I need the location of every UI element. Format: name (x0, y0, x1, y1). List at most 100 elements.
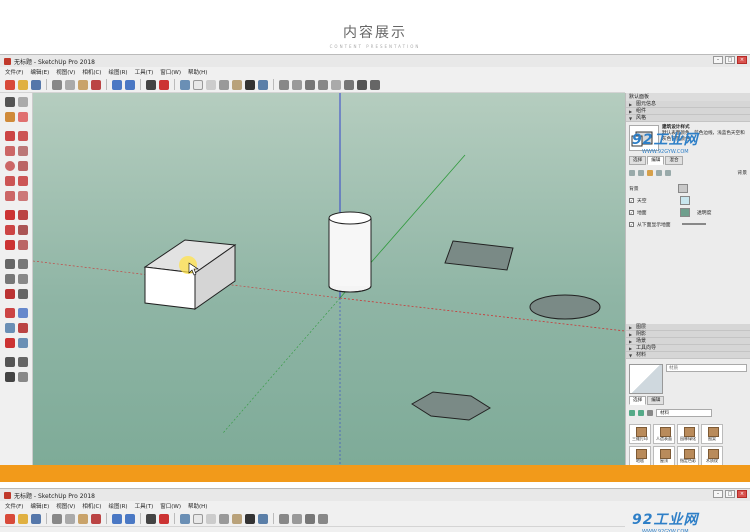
3d-text-icon[interactable] (18, 289, 28, 299)
ground-color-swatch[interactable] (680, 207, 690, 217)
pan-tool-icon[interactable] (18, 308, 28, 318)
zoom-window-icon[interactable] (18, 323, 28, 333)
tray-instructor[interactable]: 工具向导 (626, 345, 750, 352)
menu-window[interactable]: 窗口(W) (160, 68, 181, 76)
right-view-icon[interactable] (318, 513, 328, 524)
zoom-extents-icon[interactable] (5, 338, 15, 348)
rotated-rectangle-icon[interactable] (18, 146, 28, 156)
menu-help[interactable]: 帮助(H) (188, 502, 207, 510)
tray-shadows[interactable]: 阴影 (626, 331, 750, 338)
erase-icon[interactable] (91, 513, 101, 524)
rotate-tool-icon[interactable] (5, 225, 15, 235)
new-icon[interactable] (5, 79, 15, 90)
menu-file[interactable]: 文件(F) (5, 502, 23, 510)
back-edges-icon[interactable] (193, 513, 203, 524)
shaded-textures-icon[interactable] (245, 513, 255, 524)
material-item[interactable]: 人造表面 (653, 424, 675, 444)
polygon-tool-icon[interactable] (18, 161, 28, 171)
tab-edit[interactable]: 编辑 (647, 156, 665, 165)
freehand-tool-icon[interactable] (18, 131, 28, 141)
material-item[interactable]: 屋顶 (653, 446, 675, 465)
back-edges-icon[interactable] (193, 79, 203, 90)
edge-settings-icon[interactable] (629, 169, 635, 176)
tape-measure-icon[interactable] (5, 259, 15, 269)
open-icon[interactable] (18, 79, 28, 90)
background-settings-icon[interactable] (647, 169, 653, 176)
modeling-viewport[interactable] (33, 93, 625, 465)
tray-entity-info[interactable]: 图元信息 (626, 101, 750, 108)
top-view-icon[interactable] (292, 79, 302, 90)
wireframe-icon[interactable] (206, 513, 216, 524)
material-item[interactable]: 三维打印 (629, 424, 651, 444)
material-tab-edit[interactable]: 编辑 (647, 396, 665, 405)
menu-help[interactable]: 帮助(H) (188, 68, 207, 76)
shaded-textures-icon[interactable] (245, 79, 255, 90)
left-view-icon[interactable] (344, 79, 354, 90)
offset-tool-icon[interactable] (18, 240, 28, 250)
shaded-icon[interactable] (232, 79, 242, 90)
maximize-button[interactable]: □ (725, 56, 735, 64)
iso-view-icon[interactable] (279, 513, 289, 524)
monochrome-icon[interactable] (258, 79, 268, 90)
material-item[interactable]: 园林绿化 (677, 424, 699, 444)
material-item[interactable]: 图案 (701, 424, 723, 444)
paint-bucket-icon[interactable] (5, 112, 15, 122)
tab-mix[interactable]: 混合 (665, 156, 683, 165)
save-icon[interactable] (31, 513, 41, 524)
two-point-arc-icon[interactable] (18, 176, 28, 186)
xray-icon[interactable] (180, 79, 190, 90)
xray-icon[interactable] (180, 513, 190, 524)
position-camera-icon[interactable] (5, 357, 15, 367)
3d-warehouse-icon[interactable] (357, 79, 367, 90)
material-item[interactable]: 地毯 (629, 446, 651, 465)
menu-draw[interactable]: 绘图(R) (108, 68, 127, 76)
undo-icon[interactable] (112, 513, 122, 524)
sky-checkbox[interactable]: ✓ (629, 197, 634, 203)
follow-me-icon[interactable] (18, 225, 28, 235)
menu-edit[interactable]: 编辑(E) (30, 502, 49, 510)
minimize-button[interactable]: – (713, 490, 723, 498)
material-item[interactable]: 指定色彩 (677, 446, 699, 465)
flat-ellipse-shape[interactable] (529, 294, 601, 320)
zoom-tool-icon[interactable] (5, 323, 15, 333)
model-info-icon[interactable] (159, 513, 169, 524)
menu-tools[interactable]: 工具(T) (135, 502, 154, 510)
save-icon[interactable] (31, 79, 41, 90)
menu-tools[interactable]: 工具(T) (135, 68, 154, 76)
back-view-icon[interactable] (331, 79, 341, 90)
menu-draw[interactable]: 绘图(R) (108, 502, 127, 510)
select-tool-icon[interactable] (5, 97, 15, 107)
material-tab-select[interactable]: 选择 (629, 396, 647, 405)
forward-icon[interactable] (638, 410, 644, 416)
orbit-tool-icon[interactable] (5, 308, 15, 318)
top-view-icon[interactable] (292, 513, 302, 524)
pie-tool-icon[interactable] (18, 191, 28, 201)
copy-icon[interactable] (65, 513, 75, 524)
eraser-tool-icon[interactable] (18, 112, 28, 122)
print-icon[interactable] (146, 79, 156, 90)
shaded-icon[interactable] (232, 513, 242, 524)
hidden-line-icon[interactable] (219, 79, 229, 90)
menu-view[interactable]: 视图(V) (56, 502, 75, 510)
print-icon[interactable] (146, 513, 156, 524)
material-item[interactable]: 木质纹 (701, 446, 723, 465)
tray-components[interactable]: 组件 (626, 108, 750, 115)
tray-styles[interactable]: 风格 (626, 115, 750, 122)
monochrome-icon[interactable] (258, 513, 268, 524)
minimize-button[interactable]: – (713, 56, 723, 64)
undo-icon[interactable] (112, 79, 122, 90)
wireframe-icon[interactable] (206, 79, 216, 90)
iso-view-icon[interactable] (279, 79, 289, 90)
tray-scenes[interactable]: 场景 (626, 338, 750, 345)
arc-tool-icon[interactable] (5, 176, 15, 186)
front-view-icon[interactable] (305, 79, 315, 90)
redo-icon[interactable] (125, 79, 135, 90)
new-icon[interactable] (5, 513, 15, 524)
home-icon[interactable] (647, 410, 653, 416)
push-pull-icon[interactable] (18, 210, 28, 220)
scale-tool-icon[interactable] (5, 240, 15, 250)
tray-materials[interactable]: 材料 (626, 352, 750, 359)
menu-view[interactable]: 视图(V) (56, 68, 75, 76)
model-info-icon[interactable] (159, 79, 169, 90)
front-view-icon[interactable] (305, 513, 315, 524)
